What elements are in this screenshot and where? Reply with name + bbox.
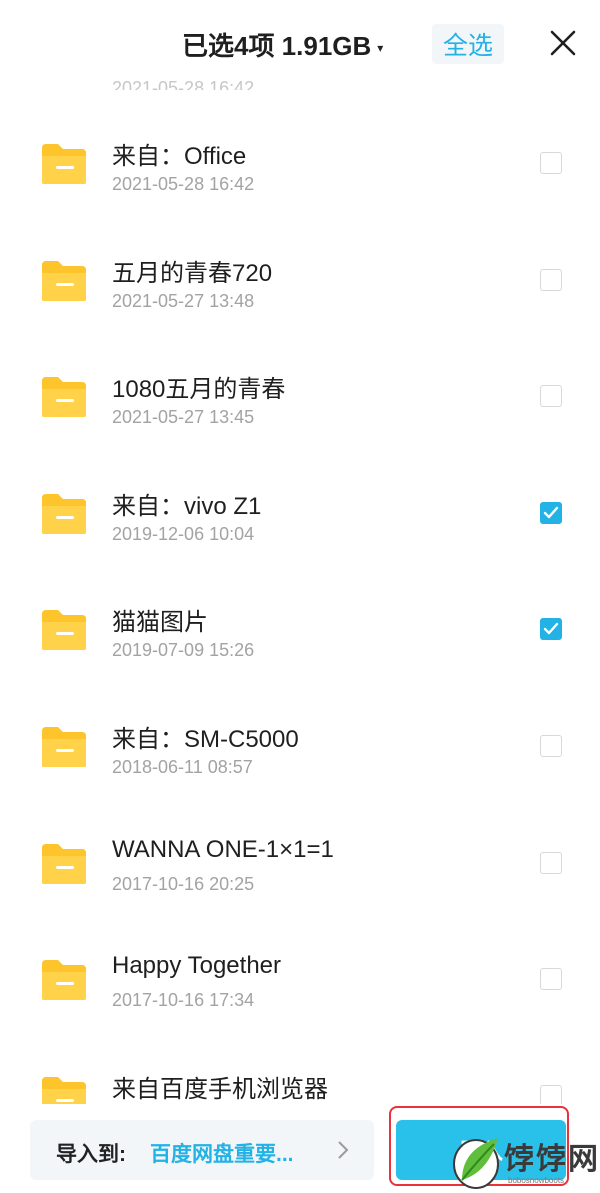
folder-name: 来自：SM-C5000 (112, 726, 299, 753)
check-icon (543, 622, 559, 635)
folder-date: 2018-06-11 08:57 (112, 757, 253, 777)
folder-date: 2019-12-06 10:04 (112, 524, 255, 544)
import-target-label: 导入到: (56, 1143, 126, 1166)
folder-row[interactable]: WANNA ONE-1×1=1 2017-10-16 20:25 (0, 796, 600, 912)
folder-icon (42, 844, 86, 884)
folder-icon (42, 494, 86, 534)
folder-name: 1080五月的青春 (112, 376, 286, 403)
folder-name: 来自：Office (112, 143, 247, 170)
folder-date: 2021-05-28 16:42 (112, 174, 255, 194)
import-target-value: 百度网盘重要... (150, 1143, 294, 1166)
folder-row[interactable]: 来自：Office 2021-05-28 16:42 (0, 96, 600, 212)
watermark-text: 饽饽网 (504, 1143, 600, 1176)
checkbox-unchecked[interactable] (540, 152, 562, 174)
folder-row[interactable]: 来自：vivo Z1 2019-12-06 10:04 (0, 446, 600, 562)
folder-date: 2021-05-27 13:45 (112, 407, 255, 427)
folder-icon (42, 144, 86, 184)
checkbox-checked[interactable] (540, 618, 562, 640)
import-target-selector[interactable]: 导入到: 百度网盘重要... (30, 1120, 374, 1180)
folder-name: Happy Together (112, 952, 282, 979)
selection-summary-text: 已选4项 1.91GB (182, 31, 372, 61)
checkbox-unchecked[interactable] (540, 385, 562, 407)
checkbox-unchecked[interactable] (540, 269, 562, 291)
watermark-subtext: bobosnowboots (508, 1176, 565, 1185)
folder-date: 2017-10-16 20:25 (112, 874, 255, 894)
folder-icon (42, 610, 86, 650)
folder-name: 来自百度手机浏览器 (112, 1076, 328, 1103)
checkbox-checked[interactable] (540, 502, 562, 524)
folder-row[interactable]: Happy Together 2017-10-16 17:34 (0, 912, 600, 1028)
folder-row[interactable]: 来自：SM-C5000 2018-06-11 08:57 (0, 679, 600, 795)
folder-date: 2019-07-09 15:26 (112, 640, 255, 660)
close-icon[interactable] (548, 28, 578, 58)
folder-icon (42, 727, 86, 767)
check-icon (543, 506, 559, 519)
folder-name: WANNA ONE-1×1=1 (112, 836, 334, 863)
folder-icon (42, 261, 86, 301)
folder-row[interactable]: 1080五月的青春 2021-05-27 13:45 (0, 329, 600, 445)
caret-down-icon: ▾ (377, 41, 384, 56)
folder-row[interactable]: 猫猫图片 2019-07-09 15:26 (0, 562, 600, 678)
folder-name: 来自：vivo Z1 (112, 493, 262, 520)
watermark: 饽饽网 bobosnowboots (448, 1130, 598, 1192)
folder-name: 五月的青春720 (112, 260, 273, 287)
folder-date: 2017-10-16 17:34 (112, 990, 255, 1010)
folder-icon (42, 960, 86, 1000)
partially-visible-row-date: 2021-05-28 16:42 (112, 78, 255, 90)
selection-summary[interactable]: 已选4项 1.91GB ▾ (182, 26, 383, 63)
folder-icon (42, 377, 86, 417)
select-all-button[interactable]: 全选 (432, 24, 504, 64)
checkbox-unchecked[interactable] (540, 968, 562, 990)
folder-row[interactable]: 五月的青春720 2021-05-27 13:48 (0, 213, 600, 329)
chevron-right-icon (338, 1141, 349, 1159)
folder-name: 猫猫图片 (112, 609, 208, 636)
checkbox-unchecked[interactable] (540, 735, 562, 757)
folder-date: 2021-05-27 13:48 (112, 291, 255, 311)
top-bar: 已选4项 1.91GB ▾ 全选 2021-05-28 16:42 (0, 0, 600, 90)
leaf-logo-icon (453, 1138, 499, 1189)
checkbox-unchecked[interactable] (540, 852, 562, 874)
